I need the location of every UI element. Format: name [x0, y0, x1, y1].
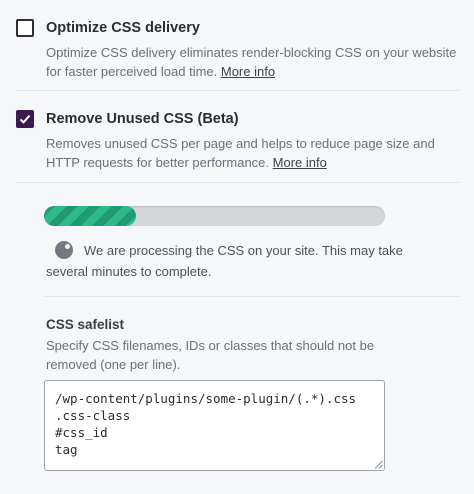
- remove-unused-css-label[interactable]: Remove Unused CSS (Beta): [46, 110, 239, 128]
- processing-message: We are processing the CSS on your site. …: [46, 243, 403, 279]
- optimize-css-delivery-description: Optimize CSS delivery eliminates render-…: [46, 43, 466, 81]
- css-safelist-textarea[interactable]: [44, 380, 385, 471]
- css-safelist-title: CSS safelist: [46, 317, 125, 332]
- optimize-css-delivery-checkbox[interactable]: [16, 19, 34, 37]
- resize-handle-icon[interactable]: [374, 460, 383, 469]
- remove-unused-css-description-text: Removes unused CSS per page and helps to…: [46, 136, 435, 170]
- remove-unused-css-option: Remove Unused CSS (Beta) Removes unused …: [16, 110, 460, 170]
- optimize-css-delivery-more-info-link[interactable]: More info: [221, 64, 275, 79]
- css-processing-progress-bar: [44, 206, 385, 226]
- remove-unused-css-more-info-link[interactable]: More info: [273, 155, 327, 170]
- divider: [16, 90, 460, 91]
- remove-unused-css-description: Removes unused CSS per page and helps to…: [46, 134, 466, 172]
- remove-unused-css-checkbox[interactable]: [16, 110, 34, 128]
- optimize-css-delivery-label[interactable]: Optimize CSS delivery: [46, 19, 200, 37]
- css-processing-progress-fill: [44, 206, 137, 226]
- loading-spinner-icon: [55, 241, 73, 259]
- css-safelist-description: Specify CSS filenames, IDs or classes th…: [46, 338, 375, 372]
- checkmark-icon: [19, 115, 31, 124]
- divider: [16, 182, 460, 183]
- divider: [44, 296, 460, 297]
- optimize-css-delivery-option: Optimize CSS delivery Optimize CSS deliv…: [16, 19, 460, 79]
